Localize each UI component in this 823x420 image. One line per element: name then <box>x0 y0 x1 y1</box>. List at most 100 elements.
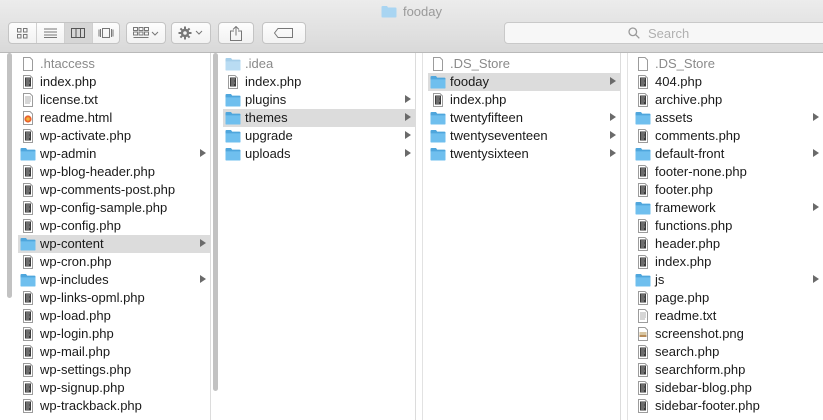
php-file-icon <box>635 237 651 251</box>
folder-row[interactable]: uploads <box>223 145 415 163</box>
folder-row[interactable]: js <box>633 271 823 289</box>
file-row[interactable]: wp-comments-post.php <box>18 181 210 199</box>
item-name: twentyseventeen <box>450 128 548 143</box>
item-name: wp-signup.php <box>40 380 125 395</box>
folder-icon <box>635 201 651 215</box>
file-row[interactable]: wp-config-sample.php <box>18 199 210 217</box>
folder-row[interactable]: themes <box>223 109 415 127</box>
disclosure-arrow-icon <box>610 113 616 121</box>
search-input[interactable] <box>646 24 710 42</box>
item-name: search.php <box>655 344 720 359</box>
column-wp-content[interactable]: .idea index.php plugins themes upgrade u… <box>223 53 416 420</box>
file-row[interactable]: 404.php <box>633 73 823 91</box>
item-name: plugins <box>245 92 287 107</box>
file-row[interactable]: wp-settings.php <box>18 361 210 379</box>
search-field[interactable] <box>504 22 823 44</box>
file-row[interactable]: wp-config.php <box>18 217 210 235</box>
folder-icon <box>381 5 397 17</box>
html-file-icon <box>20 111 36 125</box>
file-row[interactable]: wp-signup.php <box>18 379 210 397</box>
arrange-icon <box>133 27 159 38</box>
folder-row[interactable]: framework <box>633 199 823 217</box>
disclosure-arrow-icon <box>405 95 411 103</box>
file-row[interactable]: wp-mail.php <box>18 343 210 361</box>
folder-row[interactable]: assets <box>633 109 823 127</box>
folder-row[interactable]: wp-content <box>18 235 210 253</box>
file-row[interactable]: wp-links-opml.php <box>18 289 210 307</box>
file-row[interactable]: wp-cron.php <box>18 253 210 271</box>
file-row[interactable]: .htaccess <box>18 55 210 73</box>
file-row[interactable]: sidebar-blog.php <box>633 379 823 397</box>
disclosure-arrow-icon <box>200 275 206 283</box>
file-row[interactable]: wp-blog-header.php <box>18 163 210 181</box>
file-row[interactable]: footer-none.php <box>633 163 823 181</box>
item-name: framework <box>655 200 716 215</box>
folder-row[interactable]: upgrade <box>223 127 415 145</box>
file-row[interactable]: readme.html <box>18 109 210 127</box>
file-row[interactable]: screenshot.png <box>633 325 823 343</box>
folder-icon <box>20 273 36 287</box>
item-name: index.php <box>655 254 712 269</box>
share-button[interactable] <box>218 22 254 44</box>
column-divider[interactable] <box>627 53 628 420</box>
file-row[interactable]: functions.php <box>633 217 823 235</box>
item-name: 404.php <box>655 74 702 89</box>
file-row[interactable]: index.php <box>428 91 620 109</box>
column-divider[interactable] <box>422 53 423 420</box>
disclosure-arrow-icon <box>610 77 616 85</box>
arrange-button[interactable] <box>126 22 166 44</box>
file-row[interactable]: wp-load.php <box>18 307 210 325</box>
file-row[interactable]: license.txt <box>18 91 210 109</box>
file-row[interactable]: search.php <box>633 343 823 361</box>
folder-row[interactable]: .idea <box>223 55 415 73</box>
file-row[interactable]: archive.php <box>633 91 823 109</box>
action-button[interactable] <box>171 22 211 44</box>
item-name: wp-cron.php <box>40 254 112 269</box>
folder-row[interactable]: wp-includes <box>18 271 210 289</box>
item-name: assets <box>655 110 693 125</box>
column-scrollbar[interactable] <box>7 53 12 298</box>
file-row[interactable]: index.php <box>633 253 823 271</box>
column-fooday[interactable]: .DS_Store 404.php archive.php assets com… <box>633 53 823 420</box>
view-mode-switcher[interactable] <box>8 22 120 44</box>
folder-row[interactable]: default-front <box>633 145 823 163</box>
folder-icon <box>430 75 446 89</box>
file-row[interactable]: wp-login.php <box>18 325 210 343</box>
text-file-icon <box>635 309 651 323</box>
folder-row[interactable]: twentyseventeen <box>428 127 620 145</box>
list-view-button[interactable] <box>37 23 65 43</box>
folder-row[interactable]: twentyfifteen <box>428 109 620 127</box>
item-name: functions.php <box>655 218 733 233</box>
cover-flow-button[interactable] <box>93 23 120 43</box>
item-name: page.php <box>655 290 710 305</box>
column-themes[interactable]: .DS_Store fooday index.php twentyfifteen… <box>428 53 621 420</box>
folder-row[interactable]: plugins <box>223 91 415 109</box>
file-row[interactable]: .DS_Store <box>633 55 823 73</box>
php-file-icon <box>635 219 651 233</box>
column-root[interactable]: .htaccess index.php license.txt readme.h… <box>18 53 211 420</box>
file-row[interactable]: wp-trackback.php <box>18 397 210 415</box>
column-scrollbar[interactable] <box>213 53 218 391</box>
tags-button[interactable] <box>262 22 306 44</box>
php-file-icon <box>20 345 36 359</box>
file-row[interactable]: header.php <box>633 235 823 253</box>
file-row[interactable]: index.php <box>223 73 415 91</box>
folder-row[interactable]: wp-admin <box>18 145 210 163</box>
file-row[interactable]: page.php <box>633 289 823 307</box>
item-name: .idea <box>245 56 274 71</box>
file-row[interactable]: .DS_Store <box>428 55 620 73</box>
file-row[interactable]: footer.php <box>633 181 823 199</box>
folder-icon <box>20 147 36 161</box>
file-row[interactable]: wp-activate.php <box>18 127 210 145</box>
file-row[interactable]: searchform.php <box>633 361 823 379</box>
file-row[interactable]: comments.php <box>633 127 823 145</box>
disclosure-arrow-icon <box>813 149 819 157</box>
file-row[interactable]: sidebar-footer.php <box>633 397 823 415</box>
icon-view-button[interactable] <box>9 23 37 43</box>
file-row[interactable]: index.php <box>18 73 210 91</box>
file-row[interactable]: readme.txt <box>633 307 823 325</box>
folder-row[interactable]: twentysixteen <box>428 145 620 163</box>
disclosure-arrow-icon <box>405 113 411 121</box>
folder-row[interactable]: fooday <box>428 73 620 91</box>
column-view-button[interactable] <box>64 23 93 43</box>
